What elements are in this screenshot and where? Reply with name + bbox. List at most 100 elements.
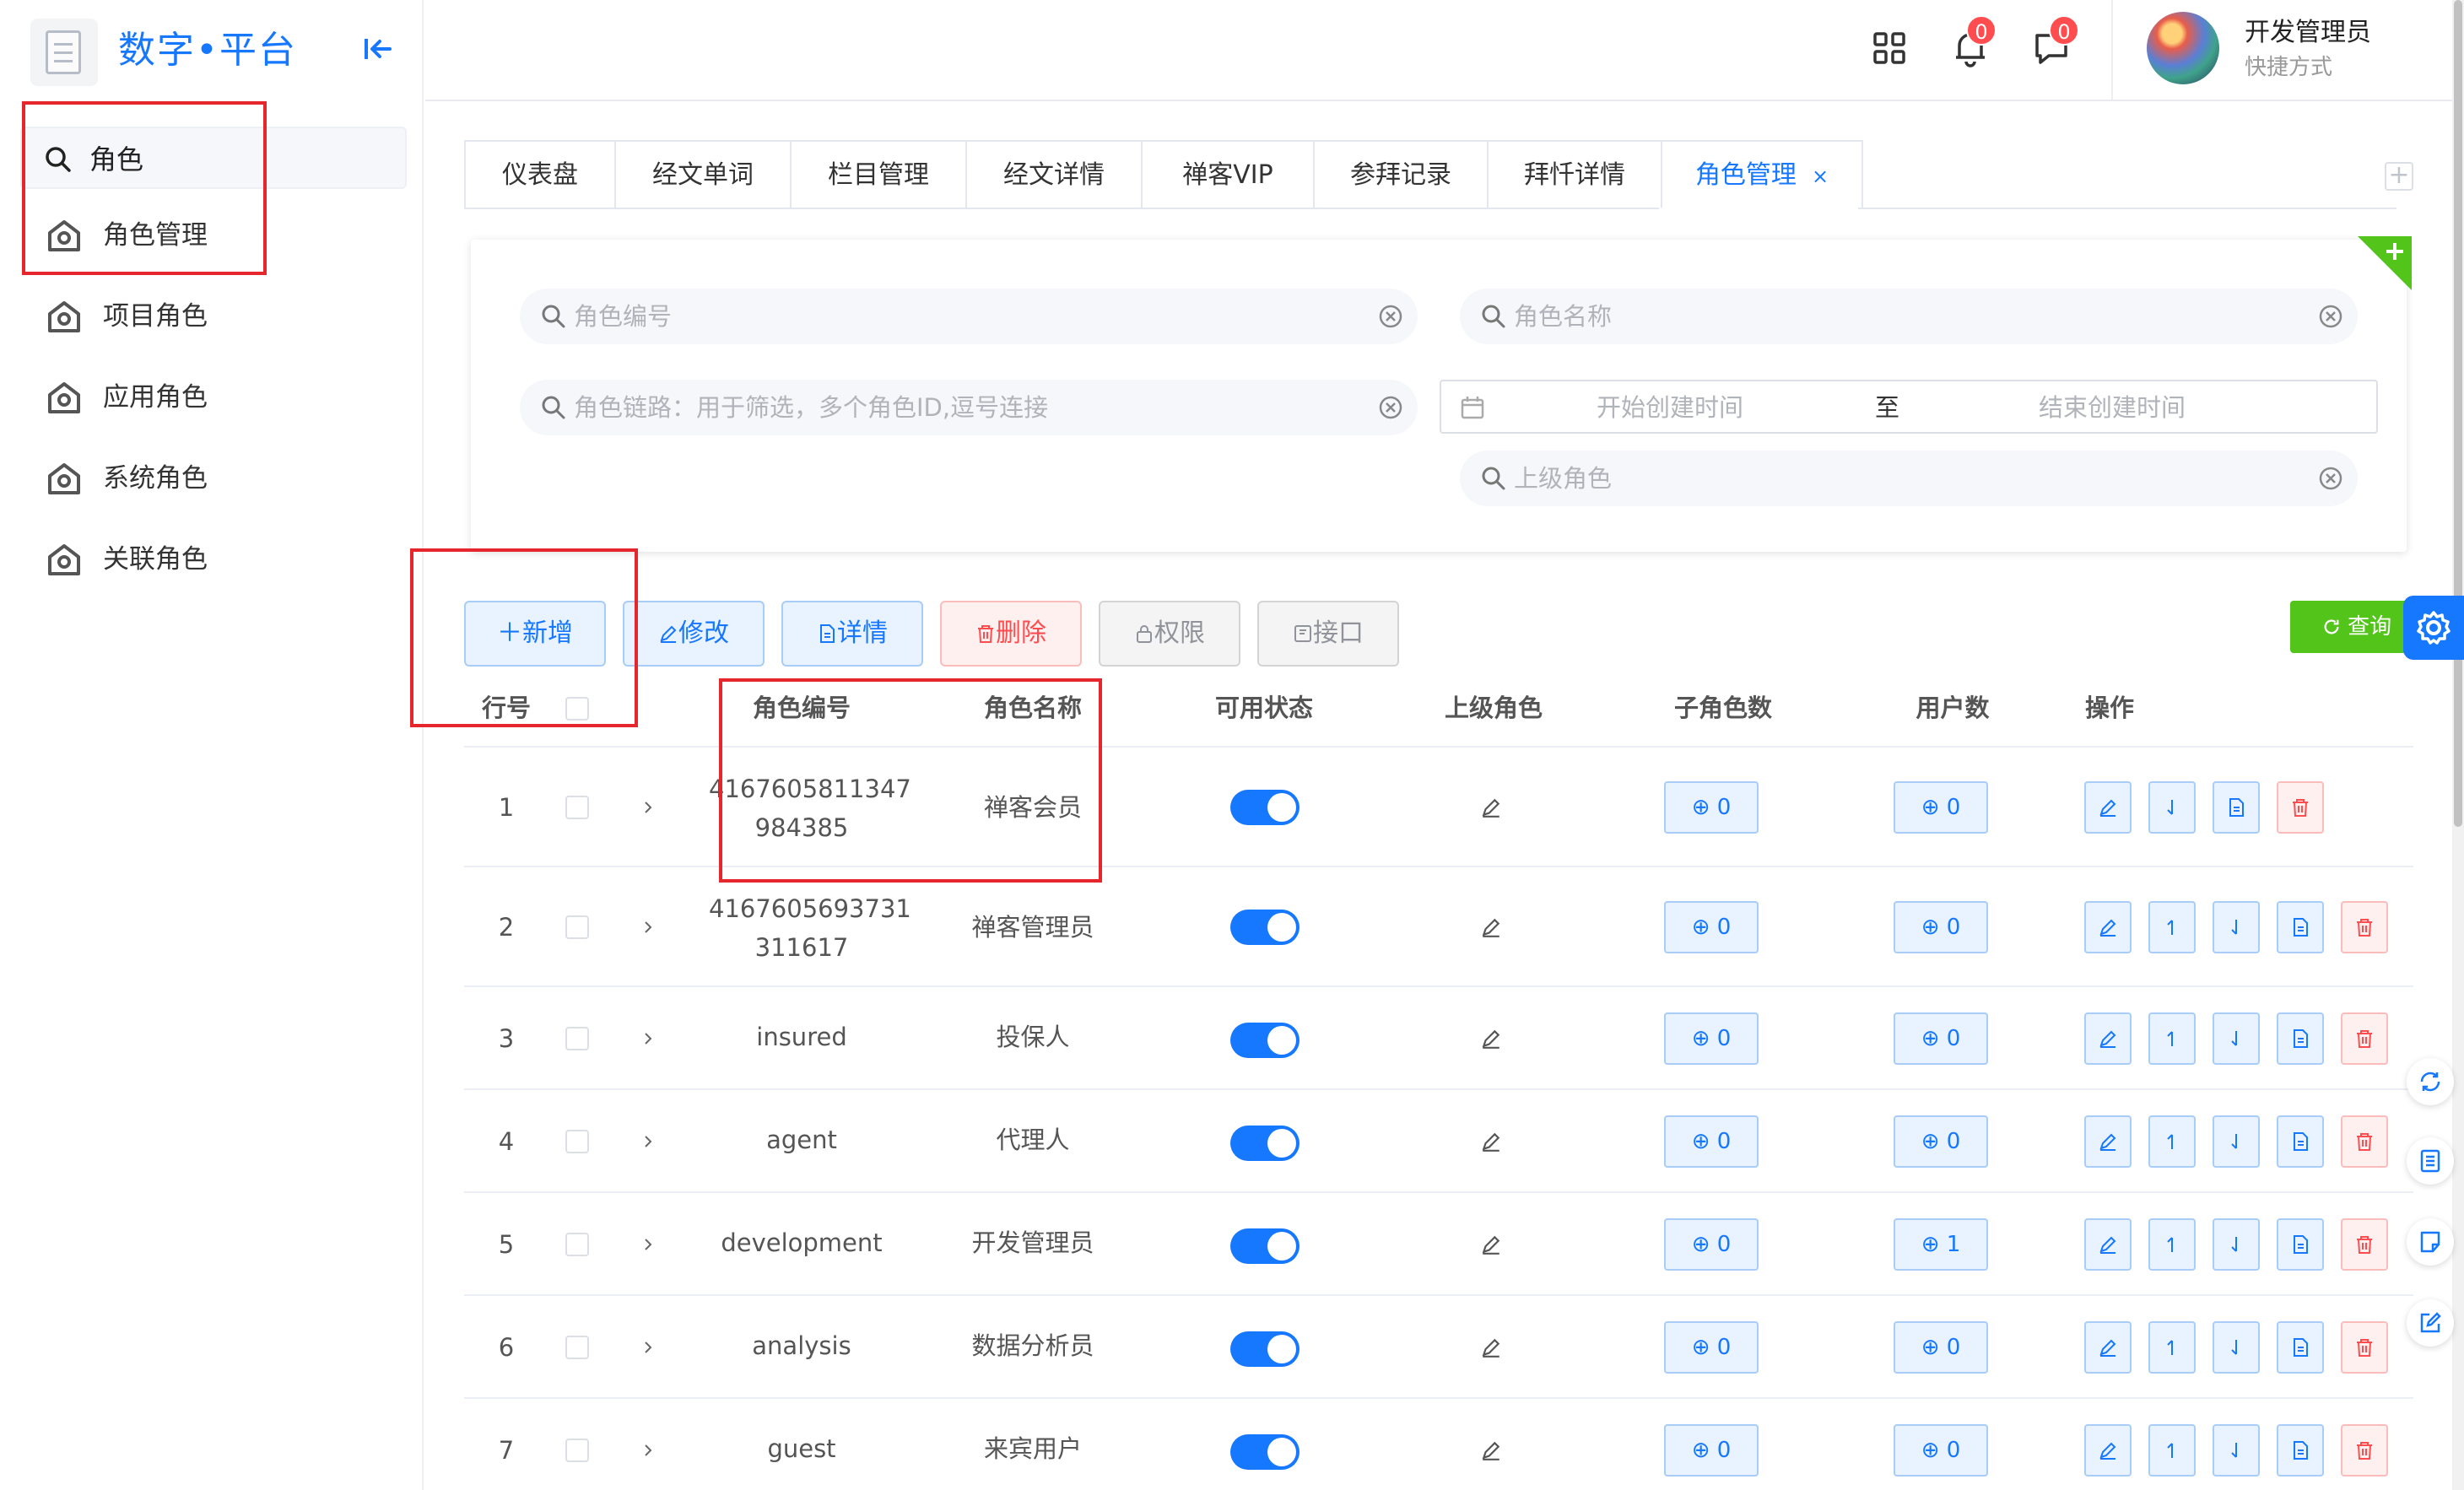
- role-name-input[interactable]: 角色名称: [1460, 289, 2358, 344]
- table-row[interactable]: 6 analysis 数据分析员 ⊕ 0 ⊕ 0: [464, 1296, 2413, 1399]
- row-edit-button[interactable]: [2084, 1321, 2132, 1374]
- row-edit-button[interactable]: [2084, 1424, 2132, 1477]
- apps-grid-icon[interactable]: [1868, 27, 1910, 69]
- header-user-count[interactable]: 用户数: [1860, 690, 2045, 726]
- table-row[interactable]: 3 insured 投保人 ⊕ 0 ⊕ 0: [464, 987, 2413, 1090]
- tab-worship-records[interactable]: 参拜记录: [1315, 142, 1489, 209]
- row-move-up-button[interactable]: [2148, 1424, 2196, 1477]
- chevron-right-icon[interactable]: [640, 1133, 657, 1150]
- row-detail-button[interactable]: [2277, 1115, 2324, 1168]
- row-delete-button[interactable]: [2341, 1012, 2388, 1065]
- status-toggle[interactable]: [1230, 1228, 1300, 1264]
- row-checkbox[interactable]: [565, 1336, 589, 1359]
- child-count-button[interactable]: ⊕ 0: [1664, 1218, 1759, 1271]
- detail-button[interactable]: 详情: [781, 601, 923, 667]
- row-checkbox[interactable]: [565, 1130, 589, 1153]
- row-delete-button[interactable]: [2277, 781, 2324, 834]
- clear-icon[interactable]: [2317, 465, 2344, 492]
- row-move-down-button[interactable]: [2213, 1115, 2260, 1168]
- row-edit-button[interactable]: [2084, 1012, 2132, 1065]
- status-toggle[interactable]: [1230, 790, 1300, 825]
- create-time-range-picker[interactable]: 开始创建时间 至 结束创建时间: [1440, 380, 2378, 434]
- user-name[interactable]: 开发管理员: [2245, 15, 2371, 51]
- row-delete-button[interactable]: [2341, 1321, 2388, 1374]
- row-move-up-button[interactable]: [2148, 1218, 2196, 1271]
- status-toggle[interactable]: [1230, 1023, 1300, 1058]
- row-detail-button[interactable]: [2277, 1321, 2324, 1374]
- tab-repentance-detail[interactable]: 拜忏详情: [1489, 142, 1662, 209]
- note-tool[interactable]: [2407, 1218, 2454, 1266]
- row-edit-button[interactable]: [2084, 1218, 2132, 1271]
- child-count-button[interactable]: ⊕ 0: [1664, 781, 1759, 834]
- table-row[interactable]: 4 agent 代理人 ⊕ 0 ⊕ 0: [464, 1090, 2413, 1193]
- edit-parent-icon[interactable]: [1480, 1439, 1502, 1461]
- tab-zen-vip[interactable]: 禅客VIP: [1143, 142, 1315, 209]
- delete-button[interactable]: 删除: [940, 601, 1082, 667]
- refresh-tool[interactable]: [2407, 1058, 2454, 1105]
- child-count-button[interactable]: ⊕ 0: [1664, 1424, 1759, 1477]
- edit-parent-icon[interactable]: [1480, 1131, 1502, 1153]
- settings-floating-button[interactable]: [2403, 596, 2464, 660]
- row-checkbox[interactable]: [565, 1439, 589, 1462]
- row-detail-button[interactable]: [2213, 781, 2260, 834]
- edit-tool[interactable]: [2407, 1299, 2454, 1347]
- user-count-button[interactable]: ⊕ 0: [1894, 1321, 1988, 1374]
- chevron-right-icon[interactable]: [640, 1030, 657, 1047]
- edit-button[interactable]: 修改: [623, 601, 765, 667]
- tab-scripture-words[interactable]: 经文单词: [616, 142, 792, 209]
- table-row[interactable]: 5 development 开发管理员 ⊕ 0 ⊕ 1: [464, 1193, 2413, 1296]
- list-tool[interactable]: [2407, 1137, 2454, 1185]
- tab-column-management[interactable]: 栏目管理: [792, 142, 967, 209]
- row-move-down-button[interactable]: [2213, 901, 2260, 953]
- sidebar-item-system-role[interactable]: 系统角色: [20, 444, 407, 513]
- row-checkbox[interactable]: [565, 1233, 589, 1256]
- row-delete-button[interactable]: [2341, 1424, 2388, 1477]
- header-parent-role[interactable]: 上级角色: [1401, 690, 1586, 726]
- row-move-down-button[interactable]: [2213, 1012, 2260, 1065]
- expand-filter-icon[interactable]: [2358, 236, 2412, 290]
- table-row[interactable]: 2 4167605693731 311617 禅客管理员 ⊕ 0 ⊕ 0: [464, 867, 2413, 987]
- row-move-down-button[interactable]: [2213, 1218, 2260, 1271]
- table-row[interactable]: 7 guest 来宾用户 ⊕ 0 ⊕ 0: [464, 1399, 2413, 1490]
- edit-parent-icon[interactable]: [1480, 916, 1502, 938]
- edit-parent-icon[interactable]: [1480, 796, 1502, 818]
- chevron-right-icon[interactable]: [640, 919, 657, 936]
- sidebar-item-linked-role[interactable]: 关联角色: [20, 525, 407, 594]
- tab-add-icon[interactable]: +: [2385, 162, 2413, 191]
- user-count-button[interactable]: ⊕ 0: [1894, 901, 1988, 953]
- row-move-down-button[interactable]: [2213, 1424, 2260, 1477]
- sidebar-item-project-role[interactable]: 项目角色: [20, 282, 407, 351]
- user-count-button[interactable]: ⊕ 0: [1894, 1424, 1988, 1477]
- row-detail-button[interactable]: [2277, 1218, 2324, 1271]
- user-count-button[interactable]: ⊕ 0: [1894, 1012, 1988, 1065]
- api-button[interactable]: 接口: [1257, 601, 1399, 667]
- row-move-up-button[interactable]: [2148, 1321, 2196, 1374]
- chevron-right-icon[interactable]: [640, 1442, 657, 1459]
- row-checkbox[interactable]: [565, 915, 589, 939]
- row-detail-button[interactable]: [2277, 901, 2324, 953]
- row-delete-button[interactable]: [2341, 1218, 2388, 1271]
- collapse-sidebar-icon[interactable]: [361, 34, 395, 64]
- edit-parent-icon[interactable]: [1480, 1336, 1502, 1358]
- user-count-button[interactable]: ⊕ 0: [1894, 1115, 1988, 1168]
- row-move-up-button[interactable]: [2148, 901, 2196, 953]
- status-toggle[interactable]: [1230, 910, 1300, 945]
- parent-role-input[interactable]: 上级角色: [1460, 451, 2358, 506]
- user-count-button[interactable]: ⊕ 0: [1894, 781, 1988, 834]
- clear-icon[interactable]: [2317, 303, 2344, 330]
- row-move-down-button[interactable]: [2213, 1321, 2260, 1374]
- header-child-count[interactable]: 子角色数: [1630, 690, 1816, 726]
- status-toggle[interactable]: [1230, 1331, 1300, 1367]
- role-code-input[interactable]: 角色编号: [520, 289, 1418, 344]
- sidebar-item-app-role[interactable]: 应用角色: [20, 363, 407, 432]
- child-count-button[interactable]: ⊕ 0: [1664, 1321, 1759, 1374]
- clear-icon[interactable]: [1377, 394, 1404, 421]
- row-edit-button[interactable]: [2084, 1115, 2132, 1168]
- page-scrollbar[interactable]: [2452, 0, 2464, 1490]
- role-chain-input[interactable]: 角色链路：用于筛选，多个角色ID,逗号连接: [520, 380, 1418, 435]
- user-shortcut[interactable]: 快捷方式: [2245, 52, 2332, 83]
- tab-close-icon[interactable]: ×: [1812, 165, 1829, 188]
- tab-scripture-detail[interactable]: 经文详情: [967, 142, 1143, 209]
- row-detail-button[interactable]: [2277, 1424, 2324, 1477]
- status-toggle[interactable]: [1230, 1126, 1300, 1161]
